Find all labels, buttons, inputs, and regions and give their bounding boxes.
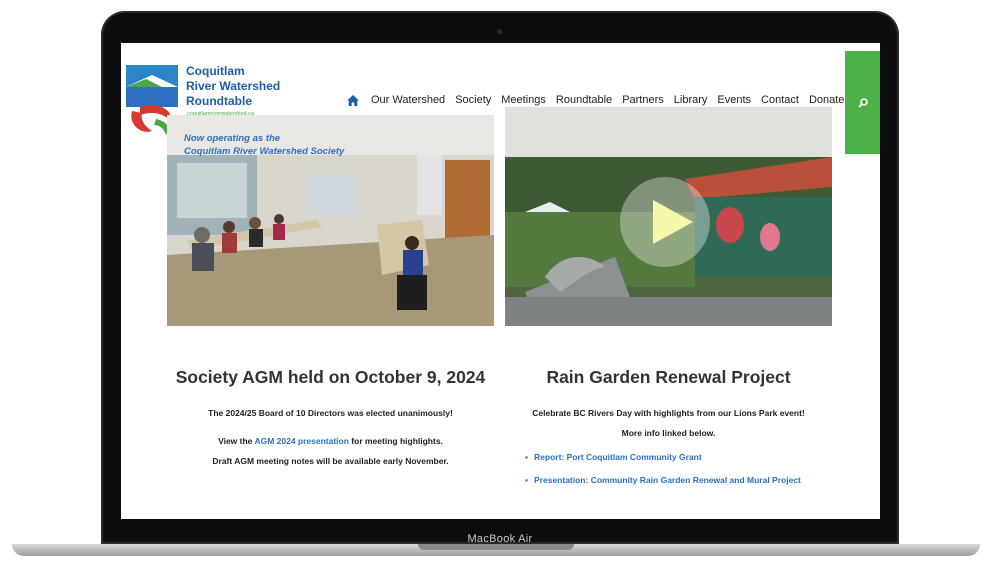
report-grant-link[interactable]: Report: Port Coquitlam Community Grant	[525, 452, 832, 462]
nav-item-partners[interactable]: Partners	[622, 94, 664, 106]
agm-line-3: Draft AGM meeting notes will be availabl…	[212, 456, 449, 466]
logo-title[interactable]: Coquitlam River Watershed Roundtable	[186, 64, 280, 109]
agm-line-1: The 2024/25 Board of 10 Directors was el…	[208, 408, 453, 418]
home-icon[interactable]	[347, 94, 359, 106]
nav-item-meetings[interactable]: Meetings	[501, 94, 546, 106]
rain-garden-video[interactable]	[505, 107, 832, 326]
laptop-notch	[418, 544, 574, 550]
agm-article: Society AGM held on October 9, 2024 The …	[167, 367, 494, 474]
nav-item-society[interactable]: Society	[455, 94, 491, 106]
main-nav: Our Watershed Society Meetings Roundtabl…	[347, 94, 844, 106]
tagline: Now operating as the Coquitlam River Wat…	[184, 133, 345, 157]
search-icon	[857, 97, 868, 108]
agm-line-2: View the AGM 2024 presentation for meeti…	[218, 436, 443, 446]
nav-item-our-watershed[interactable]: Our Watershed	[371, 94, 445, 106]
nav-item-contact[interactable]: Contact	[761, 94, 799, 106]
rain-garden-title: Rain Garden Renewal Project	[546, 367, 791, 387]
nav-item-library[interactable]: Library	[674, 94, 708, 106]
presentation-mural-link[interactable]: Presentation: Community Rain Garden Rene…	[525, 475, 832, 485]
rain-garden-line-2: More info linked below.	[621, 428, 716, 438]
rain-garden-article: Rain Garden Renewal Project Celebrate BC…	[505, 367, 832, 498]
nav-item-events[interactable]: Events	[717, 94, 751, 106]
camera-icon	[497, 29, 502, 34]
nav-item-donate[interactable]: Donate	[809, 94, 844, 106]
search-button[interactable]	[845, 51, 880, 154]
agm-title: Society AGM held on October 9, 2024	[175, 367, 486, 387]
rain-garden-line-1: Celebrate BC Rivers Day with highlights …	[532, 408, 805, 418]
rain-garden-links: Report: Port Coquitlam Community Grant P…	[525, 452, 832, 485]
agm-presentation-link[interactable]: AGM 2024 presentation	[254, 436, 348, 446]
nav-item-roundtable[interactable]: Roundtable	[556, 94, 612, 106]
browser-screen: Coquitlam River Watershed Roundtable coq…	[121, 43, 880, 519]
